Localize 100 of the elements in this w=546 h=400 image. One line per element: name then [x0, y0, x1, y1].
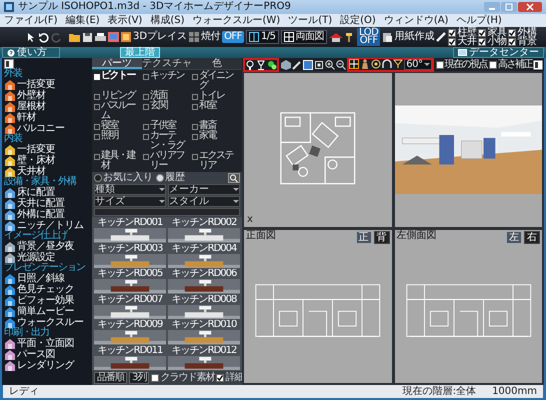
category-item[interactable]: バリアフリー: [143, 151, 191, 171]
fit-view-icon[interactable]: [303, 60, 314, 70]
panel-tab[interactable]: テクスチャ: [142, 58, 192, 69]
category-item[interactable]: バスルーム: [94, 101, 142, 121]
panel-toggle-icon[interactable]: [533, 60, 543, 70]
help-button[interactable]: 使い方: [2, 47, 60, 58]
filter-radio[interactable]: 履歴: [156, 173, 185, 183]
option-checkbox[interactable]: クラウド素材: [151, 373, 214, 383]
toggle-checkbox[interactable]: 小物: [478, 37, 506, 46]
category-item[interactable]: カーテン・ラグ: [143, 131, 191, 151]
filter-dropdown[interactable]: スタイル: [168, 196, 240, 207]
checkbox[interactable]: [151, 374, 160, 382]
checkbox[interactable]: [448, 28, 456, 36]
menu-item[interactable]: ツール(T): [288, 16, 332, 26]
undo-icon[interactable]: [38, 32, 49, 42]
menu-item[interactable]: ウォークスルー(W): [192, 16, 280, 26]
angle-dropdown[interactable]: 60°: [404, 59, 432, 70]
category-item[interactable]: 建具・建材: [94, 151, 142, 171]
person-icon[interactable]: [360, 59, 370, 69]
sidebar-item[interactable]: 背景／昼夕夜: [4, 241, 90, 252]
menu-item[interactable]: ウィンドウ(A): [384, 16, 448, 26]
columns-dropdown[interactable]: 3列: [129, 372, 150, 384]
sort-dropdown[interactable]: 品番順: [94, 372, 127, 384]
filter-radio[interactable]: お気に入り: [94, 173, 153, 183]
sidebar-item[interactable]: 日照／斜線: [4, 273, 90, 284]
view-option-checkbox[interactable]: 高さ補正: [489, 60, 532, 70]
view-button[interactable]: 左: [506, 230, 522, 244]
sidebar-item[interactable]: ビフォー効果: [4, 295, 90, 306]
category-item[interactable]: 子供室: [143, 121, 191, 131]
menu-item[interactable]: 編集(E): [66, 16, 100, 26]
sidebar-item[interactable]: パース図: [4, 349, 90, 360]
search-icon[interactable]: [228, 173, 240, 183]
print-icon[interactable]: [95, 32, 106, 42]
frame-icon[interactable]: [314, 60, 324, 70]
view-button[interactable]: 右: [524, 230, 540, 244]
sidebar-item[interactable]: 軒材: [4, 112, 90, 123]
sidebar-item[interactable]: 色見チェック: [4, 284, 90, 295]
sidebar-item[interactable]: ウォークスルー: [4, 317, 90, 328]
sidebar-item[interactable]: 平面・立面図: [4, 338, 90, 349]
roof-icon[interactable]: [329, 32, 344, 42]
toggle-checkbox[interactable]: 天井: [448, 37, 476, 46]
view-button[interactable]: 背: [374, 230, 390, 244]
category-item[interactable]: ダイニング: [192, 71, 240, 91]
paper-button[interactable]: 用紙作成: [382, 32, 434, 42]
data-center-button[interactable]: データセンター: [453, 47, 544, 58]
sidebar-item[interactable]: レンダリング: [4, 360, 90, 371]
menu-item[interactable]: 設定(O): [340, 16, 376, 26]
category-item[interactable]: 玄関: [143, 101, 191, 121]
sidebar-item[interactable]: ニッチ／トリム: [4, 220, 90, 231]
checkbox[interactable]: [489, 60, 497, 68]
sidebar-item[interactable]: 一括変更: [4, 79, 90, 90]
sidebar-item[interactable]: 天井材: [4, 166, 90, 177]
toggle-checkbox[interactable]: 外構: [508, 28, 536, 37]
zoom-out-icon[interactable]: [336, 60, 346, 70]
category-item[interactable]: ビクトー: [94, 71, 142, 91]
checkbox[interactable]: [216, 374, 224, 382]
sidebar-item[interactable]: 簡単ムービー: [4, 306, 90, 317]
menu-item[interactable]: 構成(S): [150, 16, 184, 26]
menu-item[interactable]: ファイル(F): [4, 16, 58, 26]
menu-item[interactable]: 表示(V): [108, 16, 142, 26]
category-item[interactable]: 書斎: [192, 121, 240, 131]
crosshair-icon[interactable]: [349, 59, 360, 69]
sidebar-item[interactable]: 一括変更: [4, 144, 90, 155]
ruler-icon[interactable]: [436, 32, 446, 42]
category-item[interactable]: 和室: [192, 101, 240, 121]
filter-dropdown[interactable]: メーカー: [168, 184, 240, 195]
panel-tab[interactable]: パーツ: [92, 58, 142, 69]
sidebar-item[interactable]: バルコニー: [4, 123, 90, 134]
category-item[interactable]: 照明: [94, 131, 142, 151]
collapse-icon[interactable]: [4, 59, 14, 69]
save-icon[interactable]: [82, 32, 93, 42]
target-icon[interactable]: [371, 59, 382, 69]
sidebar-item[interactable]: 屋根材: [4, 101, 90, 112]
checkbox[interactable]: [436, 60, 444, 68]
category-item[interactable]: エクステリア: [192, 151, 240, 171]
zoom-in-icon[interactable]: [325, 60, 336, 70]
close-icon[interactable]: [518, 2, 542, 12]
checkbox[interactable]: [508, 28, 516, 36]
toggle-checkbox[interactable]: 背景: [508, 37, 536, 46]
sidebar-item[interactable]: 外構に配置: [4, 209, 90, 220]
checkbox[interactable]: [478, 28, 486, 36]
category-item[interactable]: 寝室: [94, 121, 142, 131]
filter-dropdown[interactable]: サイズ: [94, 196, 166, 207]
sidebar-item[interactable]: 天井に配置: [4, 198, 90, 209]
arch-icon[interactable]: [382, 59, 392, 69]
checkbox[interactable]: [478, 38, 486, 46]
search-field[interactable]: [94, 208, 240, 216]
pointer-icon[interactable]: [26, 32, 36, 42]
grid-icon[interactable]: [189, 32, 200, 42]
scale-dropdown[interactable]: 1/5: [246, 30, 279, 44]
checkbox[interactable]: [508, 38, 516, 46]
folder-icon[interactable]: [69, 32, 80, 42]
category-item[interactable]: リビング: [94, 91, 142, 101]
sidebar-item[interactable]: 外壁材: [4, 90, 90, 101]
panel-tab[interactable]: 色: [192, 58, 242, 69]
sidebar-item[interactable]: 壁・床材: [4, 155, 90, 166]
category-item[interactable]: キッチン: [143, 71, 191, 91]
category-item[interactable]: トイレ: [192, 91, 240, 101]
checkbox[interactable]: [448, 38, 456, 46]
lod-toggle[interactable]: LOD OFF: [357, 28, 380, 46]
